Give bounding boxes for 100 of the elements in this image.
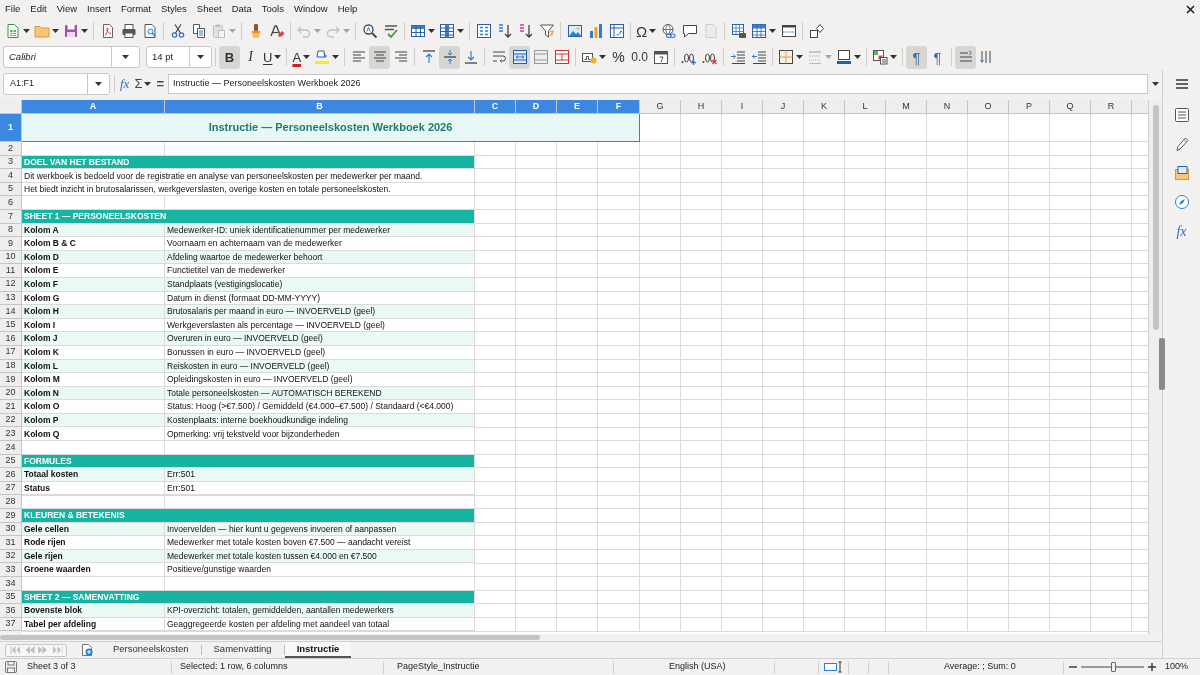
scroll-thumb[interactable] bbox=[1152, 105, 1159, 330]
row-header[interactable]: 23 bbox=[0, 427, 22, 442]
row-header[interactable]: 24 bbox=[0, 441, 22, 455]
column-header[interactable]: P bbox=[1009, 100, 1050, 114]
left-to-right-button[interactable]: ¶ bbox=[906, 45, 928, 69]
column-header[interactable]: I bbox=[722, 100, 763, 114]
function-wizard-button[interactable]: fx bbox=[118, 74, 132, 94]
row-header[interactable]: 16 bbox=[0, 332, 22, 346]
row-header[interactable]: 6 bbox=[0, 196, 22, 210]
caret-icon bbox=[52, 29, 59, 33]
align-bottom-icon bbox=[462, 49, 479, 65]
column-header[interactable]: H bbox=[681, 100, 722, 114]
row-header[interactable]: 31 bbox=[0, 536, 22, 550]
merge-center-button[interactable] bbox=[509, 45, 531, 69]
menu-item[interactable]: File bbox=[0, 1, 26, 17]
column-header[interactable]: E bbox=[557, 100, 598, 114]
column-header[interactable]: A bbox=[22, 100, 165, 114]
bold-button[interactable]: B bbox=[219, 45, 240, 69]
row-header[interactable]: 9 bbox=[0, 237, 22, 251]
zoom-out-button[interactable] bbox=[1069, 663, 1077, 671]
field-description: Functietitel van de medewerker bbox=[167, 266, 286, 275]
row-header[interactable]: 11 bbox=[0, 264, 22, 278]
percent-format-button[interactable]: % bbox=[608, 45, 630, 69]
menu-item[interactable]: Sheet bbox=[191, 1, 227, 17]
row-header[interactable]: 29 bbox=[0, 509, 22, 523]
column-header[interactable]: D bbox=[516, 100, 557, 114]
row-header[interactable]: 14 bbox=[0, 305, 22, 319]
text-direction-button[interactable] bbox=[955, 45, 977, 69]
column-header[interactable]: N bbox=[927, 100, 968, 114]
row-header[interactable]: 36 bbox=[0, 604, 22, 618]
highlighter-icon bbox=[314, 49, 331, 65]
zoom-in-button[interactable] bbox=[1148, 663, 1156, 671]
row-header[interactable]: 28 bbox=[0, 495, 22, 510]
sheet-tab[interactable]: Samenvatting bbox=[201, 642, 284, 658]
pivot-table-icon bbox=[608, 23, 625, 39]
font-size-field[interactable]: 14 pt bbox=[146, 46, 212, 68]
menu-item[interactable]: Window bbox=[288, 1, 333, 17]
horizontal-scrollbar[interactable] bbox=[0, 635, 540, 640]
scissors-icon bbox=[169, 23, 186, 39]
column-header[interactable]: B bbox=[165, 100, 475, 114]
menu-item[interactable]: Data bbox=[226, 1, 257, 17]
menu-item[interactable]: View bbox=[51, 1, 83, 17]
row-header[interactable]: 26 bbox=[0, 468, 22, 482]
row-header[interactable]: 19 bbox=[0, 373, 22, 387]
formula-button[interactable]: = bbox=[154, 74, 167, 94]
font-color-button[interactable]: A bbox=[290, 45, 313, 69]
column-header[interactable]: L bbox=[845, 100, 886, 114]
number-format-button[interactable]: 0.0 bbox=[629, 45, 651, 69]
column-header[interactable]: J bbox=[763, 100, 804, 114]
sheet-tab[interactable]: Personeelskosten bbox=[101, 642, 201, 658]
page-style-text: PageStyle_Instructie bbox=[397, 660, 480, 674]
menu-item[interactable]: Insert bbox=[82, 1, 116, 17]
column-header[interactable]: Q bbox=[1050, 100, 1091, 114]
rectangle-cursor-icon bbox=[824, 661, 844, 673]
pen-icon bbox=[1173, 136, 1190, 152]
row-header[interactable]: 1 bbox=[0, 114, 22, 142]
sidebar-handle[interactable] bbox=[1159, 338, 1165, 390]
menu-item[interactable]: Format bbox=[115, 1, 156, 17]
menu-item[interactable]: Edit bbox=[25, 1, 52, 17]
row-header[interactable]: 2 bbox=[0, 142, 22, 156]
name-box[interactable]: A1:F1 bbox=[3, 73, 110, 95]
row-header[interactable]: 4 bbox=[0, 169, 22, 183]
column-header[interactable]: M bbox=[886, 100, 927, 114]
special-character-button[interactable]: Ω bbox=[634, 19, 659, 43]
column-header[interactable]: C bbox=[475, 100, 516, 114]
zoom-slider-thumb[interactable] bbox=[1110, 662, 1116, 672]
formula-input[interactable]: Instructie — Personeelskosten Werkboek 2026 bbox=[168, 74, 1148, 94]
sheet-tab[interactable]: Instructie bbox=[284, 642, 352, 658]
column-header[interactable]: K bbox=[804, 100, 845, 114]
underline-button[interactable]: U bbox=[261, 45, 284, 69]
column-header[interactable]: O bbox=[968, 100, 1009, 114]
field-label: Groene waarden bbox=[24, 565, 91, 574]
menu-item[interactable]: Tools bbox=[256, 1, 289, 17]
add-sheet-button[interactable] bbox=[79, 642, 95, 658]
caret-icon bbox=[457, 29, 464, 33]
column-header[interactable]: G bbox=[640, 100, 681, 114]
italic-button[interactable]: I bbox=[240, 45, 261, 69]
align-middle-button[interactable] bbox=[439, 45, 461, 69]
row-header[interactable]: 33 bbox=[0, 563, 22, 577]
eraser-icon bbox=[268, 23, 285, 39]
right-to-left-button[interactable]: ¶ bbox=[927, 45, 949, 69]
functions-button[interactable]: fx bbox=[1169, 220, 1194, 242]
column-header[interactable]: F bbox=[598, 100, 640, 114]
field-description: KPI-overzicht: totalen, gemiddelden, aantallen medewerkers bbox=[167, 606, 394, 615]
close-button[interactable] bbox=[1186, 4, 1195, 14]
grid-printer-icon bbox=[730, 23, 747, 39]
menu-item[interactable]: Styles bbox=[155, 1, 192, 17]
column-header[interactable]: R bbox=[1091, 100, 1132, 114]
field-description: Medewerker met totale kosten tussen €4.000 en €7.500 bbox=[167, 551, 377, 561]
field-description: Reiskosten in euro — INVOERVELD (geel) bbox=[167, 361, 330, 371]
menu-item[interactable]: Help bbox=[332, 1, 363, 17]
selection-mode-button[interactable] bbox=[824, 661, 844, 673]
row-header[interactable]: 21 bbox=[0, 400, 22, 414]
caret-icon bbox=[649, 29, 657, 33]
font-name-field[interactable]: Calibri bbox=[3, 46, 140, 68]
field-description: Medewerker met totale kosten boven €7.500 — aandacht vereist bbox=[167, 538, 411, 547]
row-header[interactable]: 34 bbox=[0, 577, 22, 591]
field-description: Geaggregeerde kosten per afdeling met aandeel van totaal bbox=[167, 619, 390, 629]
caret-icon bbox=[825, 55, 833, 59]
sum-button[interactable]: Σ bbox=[133, 74, 153, 94]
